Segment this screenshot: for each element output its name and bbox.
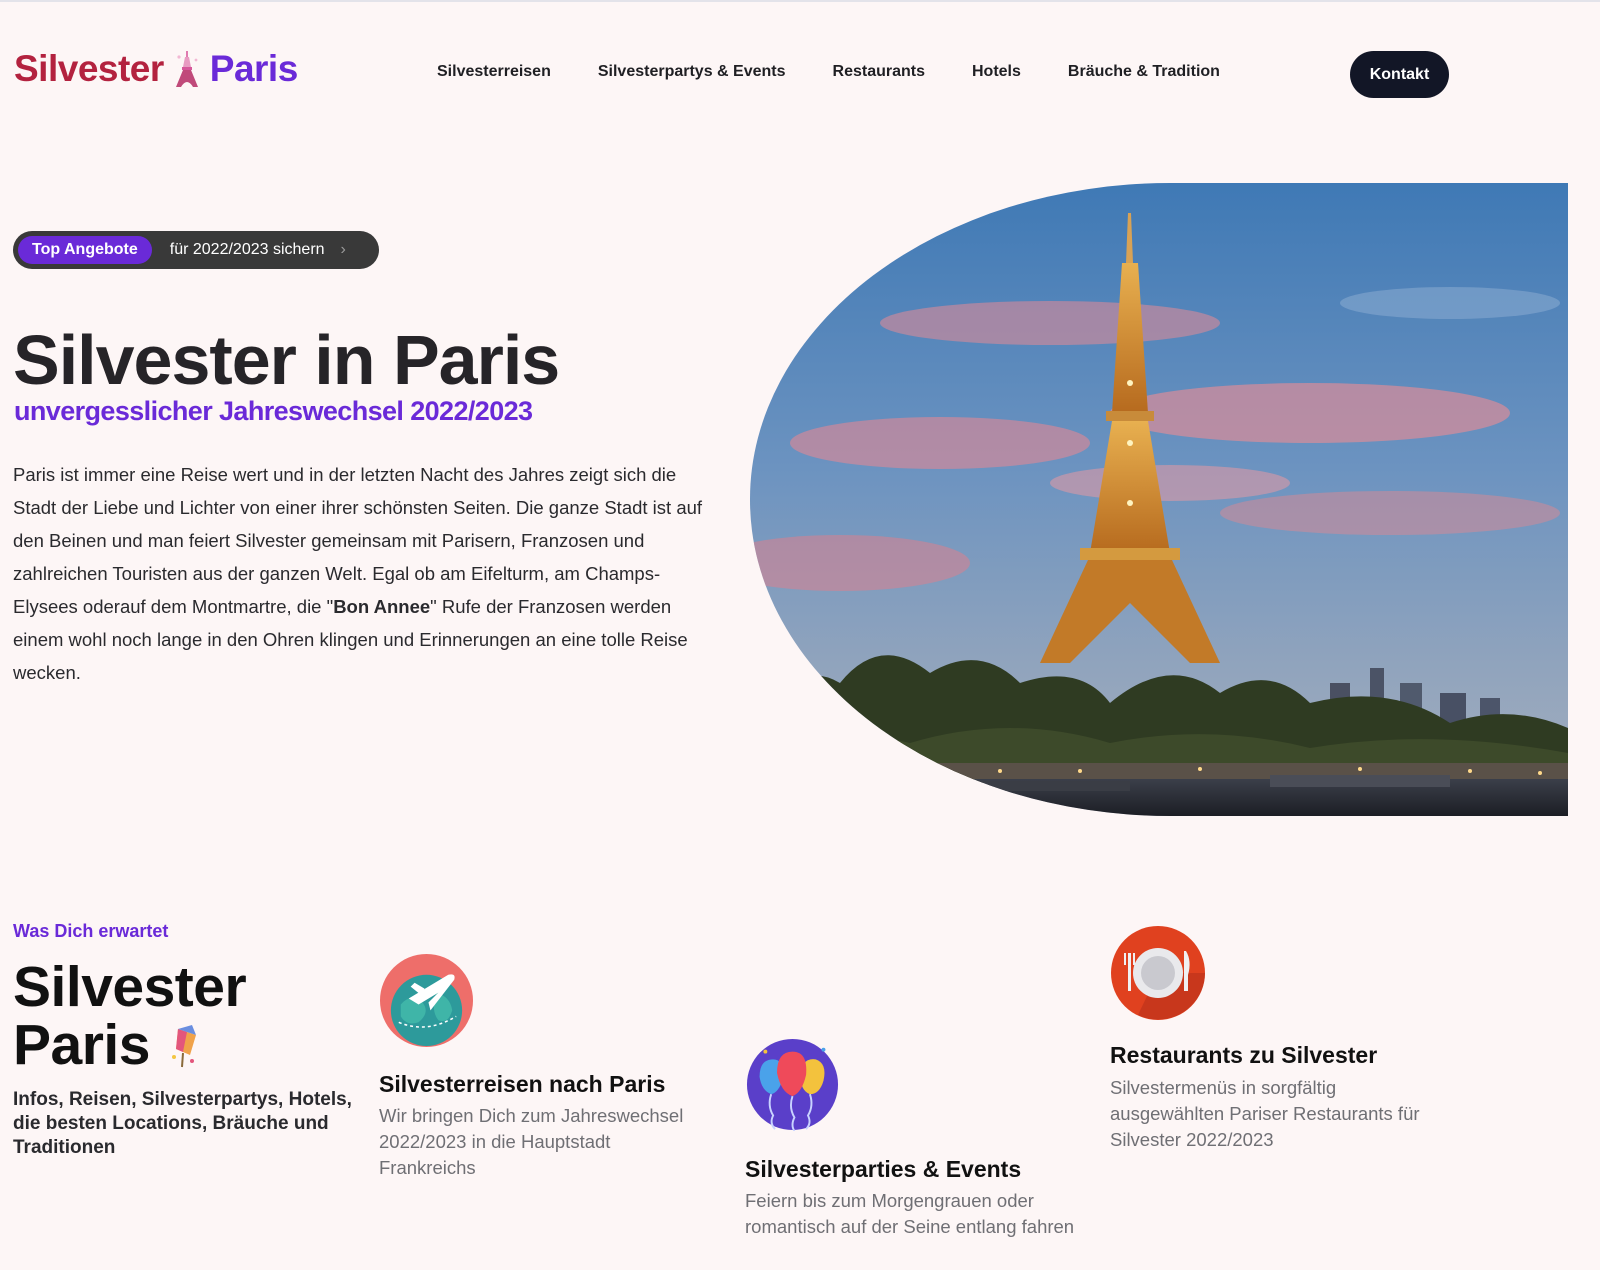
chevron-right-icon: › xyxy=(340,241,346,258)
page-title: Silvester in Paris xyxy=(13,321,560,399)
hero-text-part: Paris ist immer eine Reise wert und in d… xyxy=(13,464,703,617)
section-title: Silvester Paris xyxy=(13,955,247,1074)
logo-word-paris: Paris xyxy=(209,48,299,89)
contact-button[interactable]: Kontakt xyxy=(1350,51,1449,98)
offer-badge[interactable]: Top Angebote für 2022/2023 sichern › xyxy=(13,231,379,269)
top-border xyxy=(0,0,1600,2)
offer-badge-tag: Top Angebote xyxy=(18,236,152,264)
hero-text-bold: Bon Annee xyxy=(333,596,431,617)
nav-silvesterreisen[interactable]: Silvesterreisen xyxy=(437,63,551,81)
section-description: Infos, Reisen, Silvesterpartys, Hotels, … xyxy=(13,1089,352,1158)
main-nav: Silvesterreisen Silvesterpartys & Events… xyxy=(437,63,1267,81)
eiffel-tower-photo xyxy=(750,183,1568,816)
page-subtitle: unvergesslicher Jahreswechsel 2022/2023 xyxy=(14,396,533,426)
card-text-restaurants: Silvestermenüs in sorgfältig ausgewählte… xyxy=(1110,1077,1420,1150)
card-text-parties: Feiern bis zum Morgengrauen oder romanti… xyxy=(745,1190,1075,1237)
section-title-line1: Silvester xyxy=(13,955,247,1019)
section-title-line2: Paris xyxy=(13,1016,246,1074)
logo-word-silvester: Silvester xyxy=(14,48,164,89)
nav-restaurants[interactable]: Restaurants xyxy=(833,63,925,81)
nav-braeuche-tradition[interactable]: Bräuche & Tradition xyxy=(1068,63,1220,81)
firework-rocket-icon xyxy=(171,1025,196,1068)
eiffel-tower-logo-icon xyxy=(175,51,198,87)
globe-plane-icon xyxy=(379,953,474,1048)
hero-paragraph: Paris ist immer eine Reise wert und in d… xyxy=(13,458,721,689)
site-logo[interactable]: Silvester Paris xyxy=(14,48,298,90)
nav-silvesterpartys-events[interactable]: Silvesterpartys & Events xyxy=(598,63,786,81)
card-title-reisen[interactable]: Silvesterreisen nach Paris xyxy=(379,1071,665,1098)
card-title-parties[interactable]: Silvesterparties & Events xyxy=(745,1156,1021,1183)
balloons-icon xyxy=(746,1038,839,1131)
offer-badge-text: für 2022/2023 sichern xyxy=(169,241,325,258)
section-title-paris: Paris xyxy=(13,1013,150,1077)
card-text-reisen: Wir bringen Dich zum Jahreswechsel 2022/… xyxy=(379,1105,684,1178)
section-eyebrow: Was Dich erwartet xyxy=(13,921,169,941)
card-title-restaurants[interactable]: Restaurants zu Silvester xyxy=(1110,1042,1377,1069)
nav-hotels[interactable]: Hotels xyxy=(972,63,1021,81)
plate-cutlery-icon xyxy=(1111,926,1205,1020)
